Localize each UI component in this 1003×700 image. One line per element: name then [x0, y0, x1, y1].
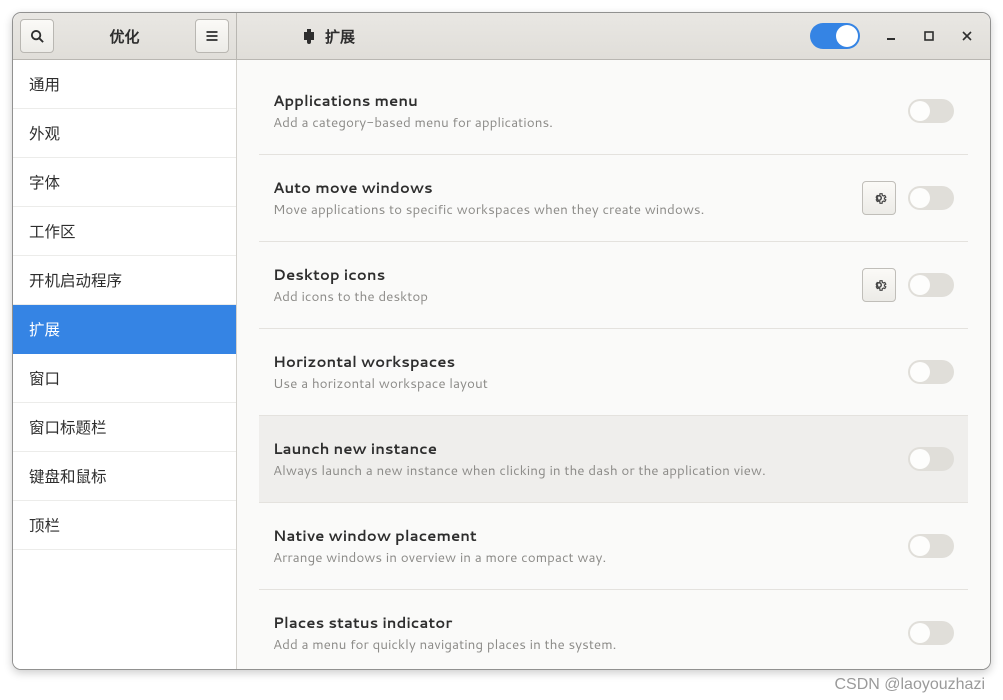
sidebar-item-0[interactable]: 通用 — [13, 60, 236, 109]
extension-row[interactable]: Launch new instance Always launch a new i… — [259, 416, 968, 503]
watermark: CSDN @laoyouzhazi — [834, 676, 985, 694]
extension-text: Places status indicator Add a menu for qu… — [273, 612, 896, 654]
extension-toggle[interactable] — [908, 447, 954, 471]
gear-icon — [871, 277, 887, 293]
extension-row[interactable]: Desktop icons Add icons to the desktop — [259, 242, 968, 329]
extension-row[interactable]: Auto move windows Move applications to sp… — [259, 155, 968, 242]
sidebar: 通用外观字体工作区开机启动程序扩展窗口窗口标题栏键盘和鼠标顶栏 — [13, 60, 237, 669]
sidebar-item-8[interactable]: 键盘和鼠标 — [13, 452, 236, 501]
extension-desc: Add a category-based menu for applicatio… — [273, 113, 896, 132]
menu-button[interactable] — [195, 19, 229, 53]
sidebar-item-3[interactable]: 工作区 — [13, 207, 236, 256]
sidebar-item-label: 字体 — [29, 171, 60, 193]
sidebar-item-label: 通用 — [29, 73, 60, 95]
maximize-button[interactable] — [914, 21, 944, 51]
extension-row[interactable]: Native window placement Arrange windows i… — [259, 503, 968, 590]
sidebar-item-label: 开机启动程序 — [29, 269, 122, 291]
extension-text: Auto move windows Move applications to sp… — [273, 177, 850, 219]
extensions-master-toggle[interactable] — [810, 23, 860, 49]
extension-title: Places status indicator — [273, 612, 896, 633]
minimize-icon — [886, 31, 896, 41]
maximize-icon — [924, 31, 934, 41]
sidebar-item-label: 窗口 — [29, 367, 60, 389]
extension-toggle[interactable] — [908, 186, 954, 210]
extension-toggle[interactable] — [908, 99, 954, 123]
extension-text: Desktop icons Add icons to the desktop — [273, 264, 850, 306]
extension-row[interactable]: Places status indicator Add a menu for qu… — [259, 590, 968, 669]
page-title: 扩展 — [325, 26, 355, 47]
sidebar-item-label: 顶栏 — [29, 514, 60, 536]
extension-title: Horizontal workspaces — [273, 351, 896, 372]
extension-settings-button[interactable] — [862, 268, 896, 302]
titlebar-left: 优化 — [13, 13, 237, 59]
extension-text: Horizontal workspaces Use a horizontal wo… — [273, 351, 896, 393]
sidebar-item-label: 扩展 — [29, 318, 60, 340]
extension-title: Native window placement — [273, 525, 896, 546]
sidebar-item-label: 工作区 — [29, 220, 76, 242]
minimize-button[interactable] — [876, 21, 906, 51]
extension-toggle[interactable] — [908, 534, 954, 558]
extension-row[interactable]: Horizontal workspaces Use a horizontal wo… — [259, 329, 968, 416]
sidebar-item-9[interactable]: 顶栏 — [13, 501, 236, 550]
gear-icon — [871, 190, 887, 206]
extension-toggle[interactable] — [908, 273, 954, 297]
sidebar-item-label: 键盘和鼠标 — [29, 465, 107, 487]
extension-desc: Move applications to specific workspaces… — [273, 200, 850, 219]
extension-title: Applications menu — [273, 90, 896, 111]
app-title: 优化 — [61, 26, 188, 47]
extension-desc: Use a horizontal workspace layout — [273, 374, 896, 393]
extension-desc: Add icons to the desktop — [273, 287, 850, 306]
extension-title: Launch new instance — [273, 438, 896, 459]
extension-row[interactable]: Applications menu Add a category-based me… — [259, 68, 968, 155]
sidebar-item-4[interactable]: 开机启动程序 — [13, 256, 236, 305]
extension-text: Applications menu Add a category-based me… — [273, 90, 896, 132]
window-controls — [876, 21, 982, 51]
sidebar-item-label: 外观 — [29, 122, 60, 144]
search-icon — [30, 29, 45, 44]
extension-desc: Add a menu for quickly navigating places… — [273, 635, 896, 654]
sidebar-item-6[interactable]: 窗口 — [13, 354, 236, 403]
hamburger-icon — [205, 29, 219, 43]
extension-toggle[interactable] — [908, 621, 954, 645]
extension-title: Auto move windows — [273, 177, 850, 198]
sidebar-item-label: 窗口标题栏 — [29, 416, 107, 438]
sidebar-item-1[interactable]: 外观 — [13, 109, 236, 158]
extension-text: Native window placement Arrange windows i… — [273, 525, 896, 567]
content[interactable]: Applications menu Add a category-based me… — [237, 60, 990, 669]
sidebar-item-7[interactable]: 窗口标题栏 — [13, 403, 236, 452]
extensions-icon — [301, 28, 317, 44]
extension-text: Launch new instance Always launch a new i… — [273, 438, 896, 480]
extension-toggle[interactable] — [908, 360, 954, 384]
sidebar-item-5[interactable]: 扩展 — [13, 305, 236, 354]
close-button[interactable] — [952, 21, 982, 51]
extension-title: Desktop icons — [273, 264, 850, 285]
titlebar-right: 扩展 — [237, 13, 990, 59]
extension-settings-button[interactable] — [862, 181, 896, 215]
titlebar: 优化 扩展 — [13, 13, 990, 60]
window-body: 通用外观字体工作区开机启动程序扩展窗口窗口标题栏键盘和鼠标顶栏 Applicat… — [13, 60, 990, 669]
sidebar-item-2[interactable]: 字体 — [13, 158, 236, 207]
extension-desc: Arrange windows in overview in a more co… — [273, 548, 896, 567]
app-window: 优化 扩展 — [12, 12, 991, 670]
close-icon — [962, 31, 972, 41]
extension-desc: Always launch a new instance when clicki… — [273, 461, 896, 480]
search-button[interactable] — [20, 19, 54, 53]
